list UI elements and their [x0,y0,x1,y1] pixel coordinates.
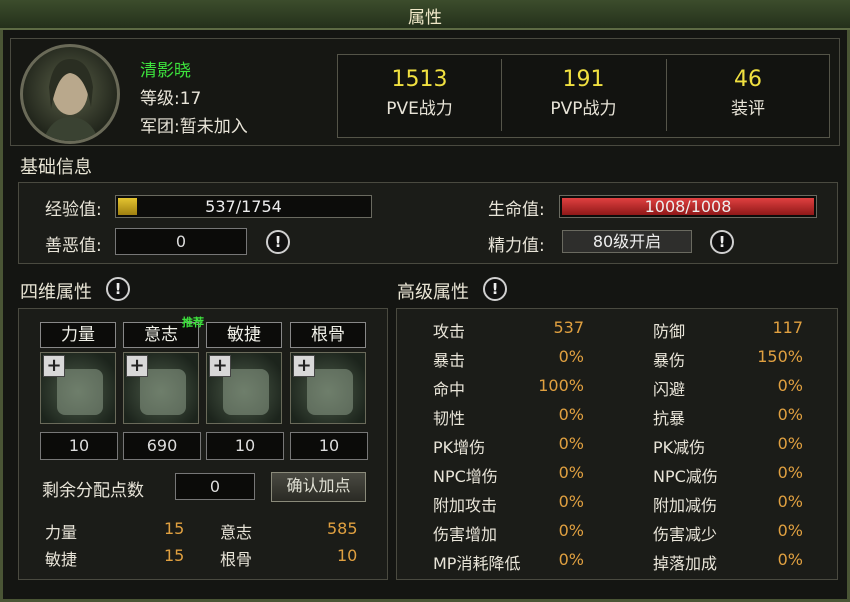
karma-info-icon[interactable]: ! [266,230,290,254]
summary-agility-value: 15 [164,546,185,565]
adv-stat-label: 攻击 [433,322,466,341]
adv-stat-label: 暴伤 [653,351,686,370]
adv-stat-value: 0% [558,434,584,453]
pvp-power-value: 191 [562,67,605,92]
add-agility-button[interactable]: + [209,355,231,377]
summary-bone-value: 10 [337,546,358,565]
summary-agility-label: 敏捷 [45,550,78,569]
adv-stat-value: 0% [777,521,803,540]
adv-stat-label: 伤害增加 [433,525,498,544]
attr-bone-value: 10 [290,432,368,460]
exp-value: 537/1754 [205,197,282,216]
recommended-tag: 推荐 [182,316,204,329]
adv-stat-label: 附加减伤 [653,496,718,515]
summary-will-value: 585 [327,519,358,538]
window-title: 属性 [408,8,442,28]
energy-bar: 80级开启 [562,230,692,253]
attr-strength-header: 力量 [40,322,116,348]
add-will-button[interactable]: + [126,355,148,377]
summary-bone-label: 根骨 [220,550,253,569]
adv-stat-value: 0% [777,463,803,482]
adv-stat-value: 0% [558,550,584,569]
energy-label: 精力值: [488,236,545,256]
stat-pvp: 191 PVP战力 [502,55,665,137]
add-bone-button[interactable]: + [293,355,315,377]
adv-stat-label: 伤害减少 [653,525,718,544]
attr-bone-icon: + [290,352,366,424]
energy-info-icon[interactable]: ! [710,230,734,254]
attr-will-icon: + [123,352,199,424]
gear-score-label: 装评 [731,99,765,119]
adv-stat-label: PK减伤 [653,438,706,457]
pvp-power-label: PVP战力 [550,99,617,119]
adv-stat-value: 0% [777,376,803,395]
adv-stat-label: 防御 [653,322,686,341]
summary-will-label: 意志 [220,523,253,542]
attr-strength-value: 10 [40,432,118,460]
adv-stat-label: 韧性 [433,409,466,428]
four-dim-title: 四维属性 [20,282,92,303]
advanced-info-icon[interactable]: ! [483,277,507,301]
gear-score-value: 46 [734,67,762,92]
hp-value: 1008/1008 [644,197,732,216]
add-strength-button[interactable]: + [43,355,65,377]
adv-stat-label: NPC增伤 [433,467,498,486]
character-portrait [20,44,120,144]
exp-label: 经验值: [45,200,102,220]
karma-label: 善恶值: [45,236,102,256]
summary-strength-label: 力量 [45,523,78,542]
summary-strength-value: 15 [164,519,185,538]
adv-stat-value: 0% [777,550,803,569]
adv-stat-value: 0% [558,405,584,424]
adv-stat-label: 抗暴 [653,409,686,428]
adv-stat-label: 附加攻击 [433,496,498,515]
adv-stat-label: 掉落加成 [653,554,718,573]
attr-strength-icon: + [40,352,116,424]
basic-info-title: 基础信息 [20,157,92,178]
adv-stat-label: 闪避 [653,380,686,399]
adv-stat-value: 150% [757,347,803,366]
remaining-points-label: 剩余分配点数 [42,481,144,501]
adv-stat-value: 537 [553,318,584,337]
adv-stat-label: 暴击 [433,351,466,370]
four-dim-info-icon[interactable]: ! [106,277,130,301]
adv-stat-value: 0% [558,521,584,540]
adv-stat-value: 0% [558,347,584,366]
attr-agility-icon: + [206,352,282,424]
adv-stat-label: PK增伤 [433,438,486,457]
title-bar: 属性 [0,0,850,30]
karma-value-field: 0 [115,228,247,255]
stat-pve: 1513 PVE战力 [338,55,501,137]
adv-stat-value: 0% [777,405,803,424]
attr-agility-value: 10 [206,432,284,460]
confirm-points-button[interactable]: 确认加点 [271,472,366,502]
pve-power-label: PVE战力 [386,99,453,119]
adv-stat-value: 0% [558,492,584,511]
adv-stat-value: 100% [538,376,584,395]
hp-bar: 1008/1008 [559,195,817,218]
adv-stat-label: NPC减伤 [653,467,718,486]
adv-stat-value: 0% [558,463,584,482]
character-legion: 军团:暂未加入 [140,117,248,137]
remaining-points-field[interactable]: 0 [175,473,255,500]
adv-stat-label: MP消耗降低 [433,554,521,573]
stat-gear: 46 装评 [667,55,829,137]
energy-value: 80级开启 [592,232,662,251]
power-stats-panel: 1513 PVE战力 191 PVP战力 46 装评 [337,54,830,138]
character-level: 等级:17 [140,89,202,109]
advanced-title: 高级属性 [397,282,469,303]
attr-agility-header: 敏捷 [206,322,282,348]
pve-power-value: 1513 [391,67,448,92]
character-name: 清影晓 [140,61,191,81]
adv-stat-value: 117 [772,318,803,337]
attr-will-value: 690 [123,432,201,460]
adv-stat-value: 0% [777,492,803,511]
attr-bone-header: 根骨 [290,322,366,348]
adv-stat-label: 命中 [433,380,466,399]
exp-bar: 537/1754 [115,195,372,218]
adv-stat-value: 0% [777,434,803,453]
hp-label: 生命值: [488,200,545,220]
